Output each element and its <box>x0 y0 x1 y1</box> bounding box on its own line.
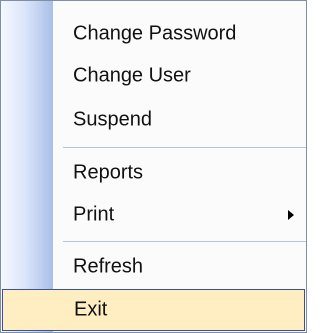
menu-item-label: Print <box>73 203 115 226</box>
menu-item-label: Suspend <box>73 108 152 131</box>
menu-separator <box>63 147 306 148</box>
menu-item-suspend[interactable]: Suspend <box>1 99 306 141</box>
menu-item-print[interactable]: Print <box>1 194 306 236</box>
menu-item-change-password[interactable]: Change Password <box>1 13 306 55</box>
chevron-right-icon <box>288 210 294 220</box>
menu-item-label: Change User <box>73 64 191 87</box>
menu-separator <box>63 241 306 242</box>
menu-item-label: Refresh <box>73 255 144 278</box>
context-menu: Change Password Change User Suspend Repo… <box>0 0 307 333</box>
menu-item-label: Exit <box>74 298 108 321</box>
menu-item-reports[interactable]: Reports <box>1 152 306 194</box>
menu-item-label: Reports <box>73 161 144 184</box>
menu-item-refresh[interactable]: Refresh <box>1 246 306 288</box>
menu-item-label: Change Password <box>73 22 237 45</box>
menu-item-change-user[interactable]: Change User <box>1 55 306 97</box>
menu-item-exit[interactable]: Exit <box>2 289 305 331</box>
